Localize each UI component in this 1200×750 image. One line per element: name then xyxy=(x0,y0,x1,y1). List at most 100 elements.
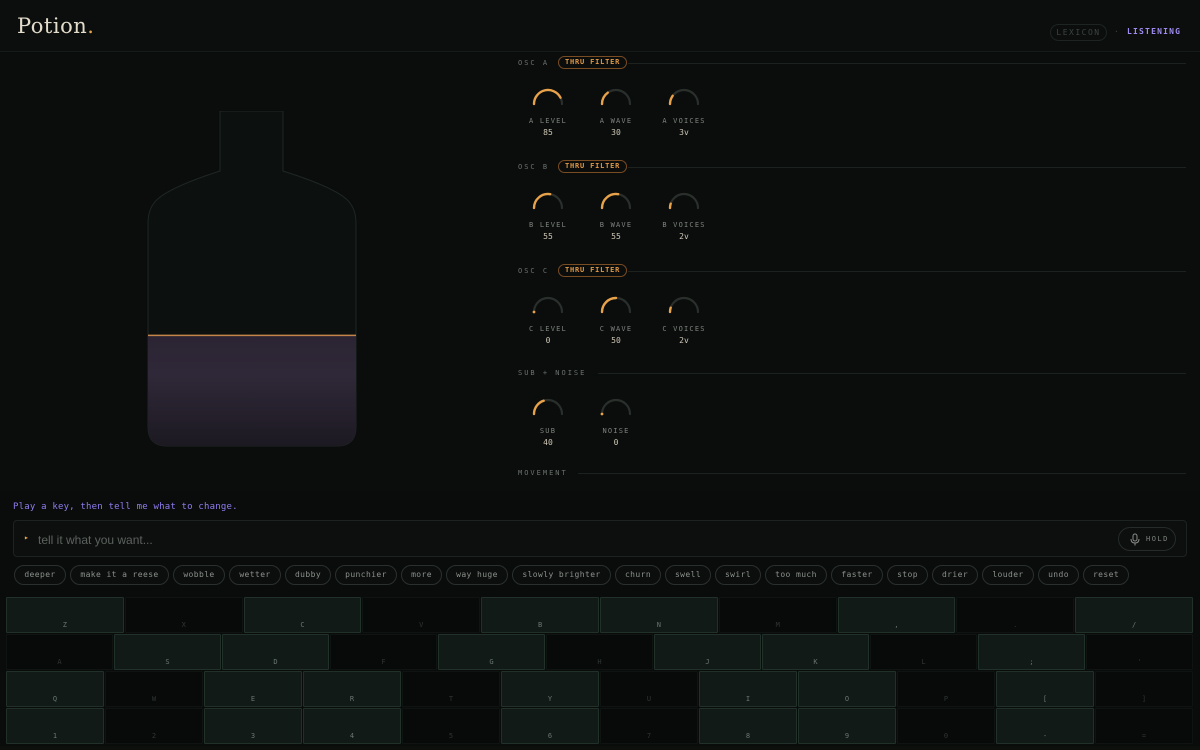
key-3-0[interactable]: 1 xyxy=(6,708,104,744)
hold-button[interactable]: HOLD xyxy=(1118,527,1176,551)
key-1-3[interactable]: F xyxy=(330,634,437,670)
knob-dial[interactable] xyxy=(598,291,634,317)
knob-b-wave[interactable]: B WAVE 55 xyxy=(584,187,648,241)
key-2-1[interactable]: W xyxy=(105,671,203,707)
key-2-10[interactable]: [ xyxy=(996,671,1094,707)
key-3-10[interactable]: - xyxy=(996,708,1094,744)
knob-c-voices[interactable]: C VOICES 2v xyxy=(652,291,716,345)
thru-filter-toggle[interactable]: THRU FILTER xyxy=(558,160,628,173)
key-2-5[interactable]: Y xyxy=(501,671,599,707)
suggestion-chip[interactable]: churn xyxy=(615,565,661,585)
thru-filter-toggle[interactable]: THRU FILTER xyxy=(558,56,628,69)
key-1-2[interactable]: D xyxy=(222,634,329,670)
key-2-4[interactable]: T xyxy=(402,671,500,707)
key-label: / xyxy=(1131,621,1137,629)
knob-label: A LEVEL xyxy=(529,117,567,125)
suggestion-chip[interactable]: swirl xyxy=(715,565,761,585)
keyboard: Z X C V B N M,. / A S D F G H J K L; ' Q W E R T Y U I O P [] 1 2 3 4 5 6 7… xyxy=(6,597,1194,745)
key-0-7[interactable]: , xyxy=(837,597,956,633)
suggestion-chip[interactable]: slowly brighter xyxy=(512,565,611,585)
knob-dial[interactable] xyxy=(598,393,634,419)
key-1-0[interactable]: A xyxy=(6,634,113,670)
suggestion-chip[interactable]: stop xyxy=(887,565,928,585)
knob-dial[interactable] xyxy=(530,187,566,213)
suggestion-chip[interactable]: punchier xyxy=(335,565,397,585)
key-1-5[interactable]: H xyxy=(546,634,653,670)
knob-a-voices[interactable]: A VOICES 3v xyxy=(652,83,716,137)
key-1-8[interactable]: L xyxy=(870,634,977,670)
key-3-7[interactable]: 8 xyxy=(699,708,797,744)
knob-dial[interactable] xyxy=(598,187,634,213)
suggestion-chip[interactable]: reset xyxy=(1083,565,1129,585)
suggestion-chip[interactable]: faster xyxy=(831,565,883,585)
key-0-3[interactable]: V xyxy=(362,597,481,633)
key-0-6[interactable]: M xyxy=(718,597,837,633)
knob-dial[interactable] xyxy=(530,393,566,419)
suggestion-chip[interactable]: wobble xyxy=(173,565,225,585)
key-1-10[interactable]: ' xyxy=(1086,634,1193,670)
knob-dial[interactable] xyxy=(530,291,566,317)
app-header: Potion. LEXICON · LISTENING xyxy=(0,0,1200,52)
lexicon-button[interactable]: LEXICON xyxy=(1050,24,1107,41)
key-0-0[interactable]: Z xyxy=(6,597,124,633)
knob-dial[interactable] xyxy=(666,83,702,109)
knob-noise[interactable]: NOISE 0 xyxy=(584,393,648,447)
key-3-6[interactable]: 7 xyxy=(600,708,698,744)
key-2-8[interactable]: O xyxy=(798,671,896,707)
suggestion-chip[interactable]: make it a reese xyxy=(70,565,169,585)
key-2-6[interactable]: U xyxy=(600,671,698,707)
thru-filter-toggle[interactable]: THRU FILTER xyxy=(558,264,628,277)
key-3-2[interactable]: 3 xyxy=(204,708,302,744)
key-1-7[interactable]: K xyxy=(762,634,869,670)
key-0-4[interactable]: B xyxy=(481,597,599,633)
suggestion-chip[interactable]: wetter xyxy=(229,565,281,585)
knob-a-wave[interactable]: A WAVE 30 xyxy=(584,83,648,137)
key-2-2[interactable]: E xyxy=(204,671,302,707)
key-0-5[interactable]: N xyxy=(600,597,718,633)
suggestion-chip[interactable]: more xyxy=(401,565,442,585)
key-1-9[interactable]: ; xyxy=(978,634,1085,670)
knob-b-level[interactable]: B LEVEL 55 xyxy=(516,187,580,241)
key-2-9[interactable]: P xyxy=(897,671,995,707)
knob-dial[interactable] xyxy=(530,83,566,109)
knob-c-wave[interactable]: C WAVE 50 xyxy=(584,291,648,345)
suggestion-chip[interactable]: way huge xyxy=(446,565,508,585)
key-0-1[interactable]: X xyxy=(124,597,243,633)
suggestion-chip[interactable]: louder xyxy=(982,565,1034,585)
command-input[interactable] xyxy=(36,529,1100,551)
key-1-4[interactable]: G xyxy=(438,634,545,670)
key-3-9[interactable]: 0 xyxy=(897,708,995,744)
key-1-6[interactable]: J xyxy=(654,634,761,670)
key-1-1[interactable]: S xyxy=(114,634,221,670)
knob-b-voices[interactable]: B VOICES 2v xyxy=(652,187,716,241)
suggestion-chip[interactable]: drier xyxy=(932,565,978,585)
main-area: OSC A THRU FILTER A LEVEL 85 A WAVE 30 A VOICE… xyxy=(0,53,1200,491)
suggestion-chip[interactable]: swell xyxy=(665,565,711,585)
knob-value-arc xyxy=(668,94,674,106)
knob-value: 30 xyxy=(611,128,621,137)
knob-dial[interactable] xyxy=(598,83,634,109)
key-2-3[interactable]: R xyxy=(303,671,401,707)
knob-value-arc xyxy=(532,399,545,416)
key-2-0[interactable]: Q xyxy=(6,671,104,707)
key-3-8[interactable]: 9 xyxy=(798,708,896,744)
key-2-7[interactable]: I xyxy=(699,671,797,707)
knob-dial[interactable] xyxy=(666,291,702,317)
key-3-11[interactable]: = xyxy=(1095,708,1193,744)
knob-dial[interactable] xyxy=(666,187,702,213)
key-0-8[interactable]: . xyxy=(956,597,1075,633)
key-3-5[interactable]: 6 xyxy=(501,708,599,744)
suggestion-chip[interactable]: too much xyxy=(765,565,827,585)
key-3-4[interactable]: 5 xyxy=(402,708,500,744)
key-3-1[interactable]: 2 xyxy=(105,708,203,744)
knob-c-level[interactable]: C LEVEL 0 xyxy=(516,291,580,345)
suggestion-chip[interactable]: deeper xyxy=(14,565,66,585)
key-0-9[interactable]: / xyxy=(1075,597,1193,633)
key-2-11[interactable]: ] xyxy=(1095,671,1193,707)
knob-sub[interactable]: SUB 40 xyxy=(516,393,580,447)
key-3-3[interactable]: 4 xyxy=(303,708,401,744)
suggestion-chip[interactable]: dubby xyxy=(285,565,331,585)
key-0-2[interactable]: C xyxy=(243,597,362,633)
suggestion-chip[interactable]: undo xyxy=(1038,565,1079,585)
knob-a-level[interactable]: A LEVEL 85 xyxy=(516,83,580,137)
